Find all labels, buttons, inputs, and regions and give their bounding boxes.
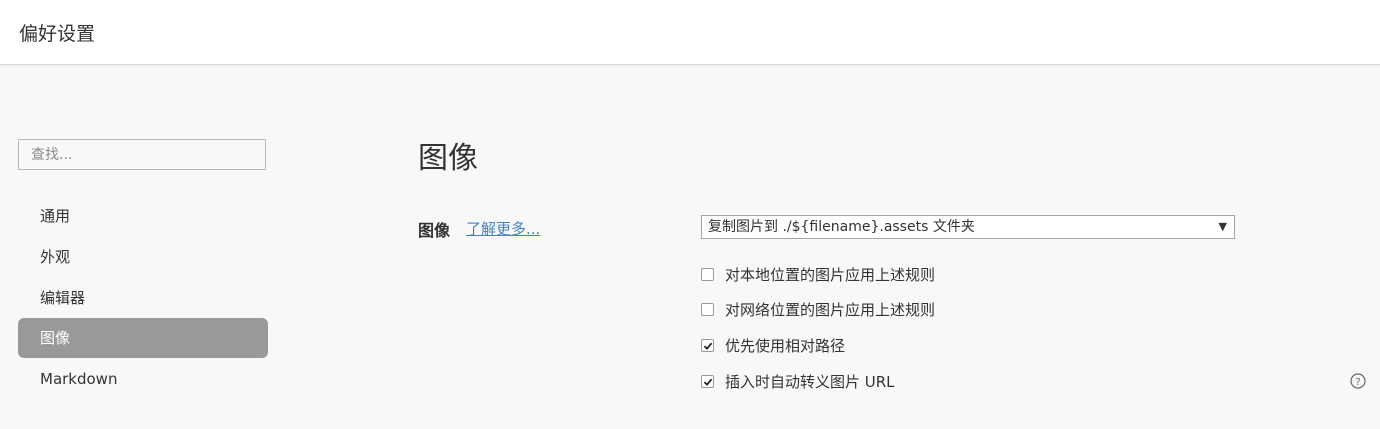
search-input[interactable] xyxy=(18,139,266,170)
window-title: 偏好设置 xyxy=(19,23,96,45)
section-title: 图像 xyxy=(418,141,478,176)
sidebar-item-markdown[interactable]: Markdown xyxy=(18,359,268,399)
learn-more-link[interactable]: 了解更多... xyxy=(466,218,540,239)
local-images-checkbox[interactable] xyxy=(701,268,714,281)
checkmark-icon xyxy=(703,378,713,386)
svg-text:?: ? xyxy=(1355,377,1360,388)
image-action-select[interactable]: 复制图片到 ./${filename}.assets 文件夹 ▼ xyxy=(701,215,1235,239)
relative-path-checkbox[interactable] xyxy=(701,339,714,352)
sidebar-item-image[interactable]: 图像 xyxy=(18,318,268,358)
help-icon[interactable]: ? xyxy=(1350,373,1366,389)
select-value: 复制图片到 ./${filename}.assets 文件夹 xyxy=(708,219,975,235)
option-label: 插入时自动转义图片 URL xyxy=(725,373,895,391)
network-images-checkbox[interactable] xyxy=(701,303,714,316)
sidebar-item-general[interactable]: 通用 xyxy=(18,196,268,236)
option-label: 对网络位置的图片应用上述规则 xyxy=(725,301,936,319)
checkmark-icon xyxy=(703,342,713,350)
option-label: 对本地位置的图片应用上述规则 xyxy=(725,266,936,284)
title-bar: 偏好设置 xyxy=(0,0,1380,65)
sidebar-item-appearance[interactable]: 外观 xyxy=(18,237,268,277)
escape-url-checkbox[interactable] xyxy=(701,375,714,388)
sidebar-item-editor[interactable]: 编辑器 xyxy=(18,278,268,318)
option-label: 优先使用相对路径 xyxy=(725,337,846,355)
image-setting-label: 图像 xyxy=(418,221,451,240)
dropdown-arrow-icon: ▼ xyxy=(1218,220,1227,233)
